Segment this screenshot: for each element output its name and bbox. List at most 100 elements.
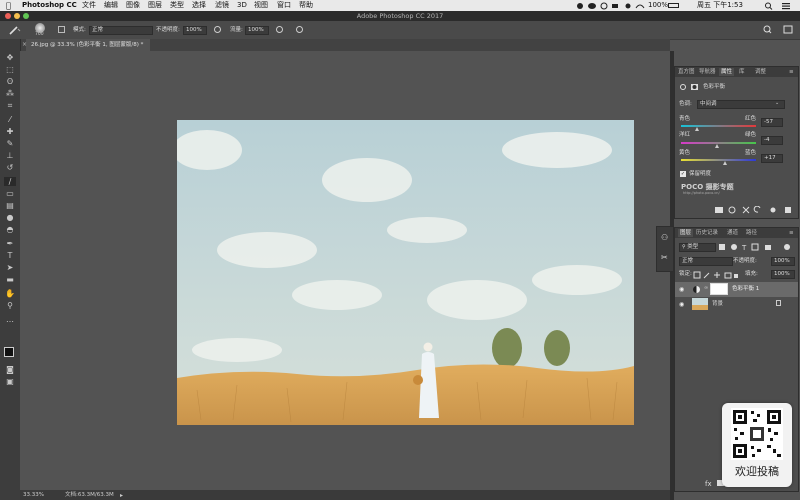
- menu-help[interactable]: 帮助: [299, 1, 313, 10]
- slider-1-value[interactable]: -57: [761, 118, 783, 127]
- move-tool-icon[interactable]: ✥: [4, 53, 16, 62]
- mode-select[interactable]: 正常: [89, 26, 153, 35]
- document-size-info: 文档:63.3M/63.3M: [65, 492, 114, 498]
- tab-properties[interactable]: 属性: [719, 68, 735, 76]
- tab-layers[interactable]: 图层: [678, 229, 694, 237]
- layer-row-selected[interactable]: ◉ ∞ 色彩平衡 1: [675, 282, 798, 297]
- yellow-blue-slider[interactable]: [681, 159, 756, 161]
- opacity-input[interactable]: 100%: [183, 26, 207, 35]
- menu-window[interactable]: 窗口: [277, 1, 291, 10]
- eyedropper-tool-icon[interactable]: ⁄: [4, 115, 16, 124]
- tab-histogram[interactable]: 直方图: [678, 68, 695, 76]
- lock-icon: [776, 300, 781, 306]
- zoom-level[interactable]: 33.33%: [23, 491, 44, 499]
- tab-paths[interactable]: 路径: [746, 229, 757, 237]
- preserve-luminosity-label: 保留明度: [689, 171, 712, 177]
- layer-visibility-eye-icon[interactable]: ◉: [679, 301, 684, 308]
- layer-filter-select[interactable]: ⚲ 类型: [679, 243, 716, 252]
- tab-channels[interactable]: 通道: [727, 229, 738, 237]
- menu-type[interactable]: 类型: [170, 1, 184, 10]
- tone-select[interactable]: 中间调: [697, 100, 785, 109]
- yellow-blue-thumb[interactable]: [722, 161, 727, 165]
- layers-panel-menu-icon[interactable]: ≡: [789, 229, 794, 237]
- marquee-tool-icon[interactable]: ⬚: [4, 65, 16, 74]
- path-select-tool-icon[interactable]: ➤: [4, 263, 16, 272]
- layer-mask-thumbnail[interactable]: [710, 283, 728, 295]
- smart-object-filter-icon: [765, 245, 771, 250]
- character-panel-icon[interactable]: ⚇: [661, 233, 668, 242]
- chain-link-icon[interactable]: ∞: [704, 285, 708, 291]
- close-tab-icon[interactable]: ×: [22, 41, 27, 48]
- chevron-down-icon: ⌄: [775, 100, 780, 106]
- apple-menu-icon[interactable]: : [6, 1, 11, 10]
- photo-scene: [177, 120, 634, 425]
- lasso-tool-icon[interactable]: ʘ: [4, 77, 16, 86]
- quick-mask-icon[interactable]: ◙: [4, 365, 16, 374]
- flow-label: 流量:: [230, 27, 243, 33]
- pressure-opacity-icon[interactable]: [214, 26, 221, 33]
- menu-view[interactable]: 视图: [254, 1, 268, 10]
- options-bar: 700 模式: 正常 不透明度: 100% 流量: 100%: [0, 21, 800, 40]
- lock-transparent-icon: [693, 271, 701, 279]
- foreground-color-swatch[interactable]: [4, 347, 14, 357]
- app-menu[interactable]: Photoshop CC: [22, 1, 77, 10]
- slider-2-value[interactable]: -4: [761, 136, 783, 145]
- pressure-size-icon[interactable]: [296, 26, 303, 33]
- menu-3d[interactable]: 3D: [237, 1, 247, 10]
- window-title-bar: Adobe Photoshop CC 2017: [0, 11, 800, 21]
- pen-tool-icon[interactable]: ✒: [4, 239, 16, 248]
- zoom-tool-icon[interactable]: ⚲: [4, 301, 16, 310]
- layer-name[interactable]: 色彩平衡 1: [732, 286, 759, 293]
- cyan-red-thumb[interactable]: [695, 127, 700, 131]
- shape-tool-icon[interactable]: ▬: [4, 275, 16, 284]
- menu-edit[interactable]: 编辑: [104, 1, 118, 10]
- history-brush-tool-icon[interactable]: ↺: [4, 163, 16, 172]
- edit-toolbar-icon[interactable]: …: [4, 315, 16, 324]
- document-tab[interactable]: × 26.jpg @ 33.3% (色彩平衡 1, 图层蒙版/8) *: [22, 39, 150, 51]
- type-tool-icon[interactable]: T: [4, 251, 16, 260]
- status-menu-arrow-icon[interactable]: ▸: [120, 492, 123, 499]
- menu-image[interactable]: 图像: [126, 1, 140, 10]
- view-previous-icon: [728, 206, 736, 214]
- crop-tool-icon[interactable]: ⌗: [4, 101, 16, 110]
- layer-row[interactable]: ◉ 背景: [675, 297, 798, 312]
- healing-brush-tool-icon[interactable]: ✚: [4, 127, 16, 136]
- fill-input[interactable]: 100%: [771, 270, 795, 279]
- slider-3-value[interactable]: +17: [761, 154, 783, 163]
- brush-panel-icon[interactable]: [58, 26, 65, 33]
- toggle-view-icon: [742, 206, 750, 214]
- cyan-red-slider[interactable]: [681, 125, 756, 127]
- brush-tool-preset-icon[interactable]: [8, 25, 22, 35]
- qr-overlay[interactable]: 欢迎投稿: [722, 403, 792, 487]
- screen-mode-icon[interactable]: ▣: [4, 377, 16, 386]
- menu-filter[interactable]: 滤镜: [215, 1, 229, 10]
- preserve-luminosity-checkbox[interactable]: ✓: [680, 171, 686, 177]
- blur-tool-icon[interactable]: ●: [4, 213, 16, 222]
- tab-libraries[interactable]: 库: [739, 68, 745, 76]
- collapsed-panel-dock: ⚇ ✂: [656, 226, 674, 272]
- eraser-tool-icon[interactable]: ▭: [4, 189, 16, 198]
- brush-tool-icon[interactable]: ✎: [4, 139, 16, 148]
- active-brush-tool-icon[interactable]: ∕: [4, 177, 16, 186]
- blend-mode-select[interactable]: 正常: [679, 257, 733, 266]
- gradient-tool-icon[interactable]: ▤: [4, 201, 16, 210]
- panel-menu-icon[interactable]: ≡: [789, 68, 794, 76]
- tab-navigator[interactable]: 导航器: [699, 68, 716, 76]
- hand-tool-icon[interactable]: ✋: [4, 289, 16, 298]
- menu-select[interactable]: 选择: [192, 1, 206, 10]
- menu-layer[interactable]: 图层: [148, 1, 162, 10]
- layer-visibility-eye-icon[interactable]: ◉: [679, 286, 684, 293]
- layer-opacity-input[interactable]: 100%: [771, 257, 795, 266]
- tool-presets-icon[interactable]: ✂: [661, 253, 668, 262]
- magenta-green-thumb[interactable]: [715, 144, 719, 148]
- layer-name[interactable]: 背景: [712, 301, 723, 308]
- document-photo[interactable]: [177, 120, 634, 425]
- tab-adjustments[interactable]: 调整: [755, 68, 766, 76]
- quick-select-tool-icon[interactable]: ⁂: [4, 89, 16, 98]
- flow-input[interactable]: 100%: [245, 26, 269, 35]
- menu-file[interactable]: 文件: [82, 1, 96, 10]
- tab-history[interactable]: 历史记录: [696, 229, 718, 237]
- clone-stamp-tool-icon[interactable]: ⊥: [4, 151, 16, 160]
- airbrush-icon[interactable]: [276, 26, 283, 33]
- dodge-tool-icon[interactable]: ◓: [4, 225, 16, 234]
